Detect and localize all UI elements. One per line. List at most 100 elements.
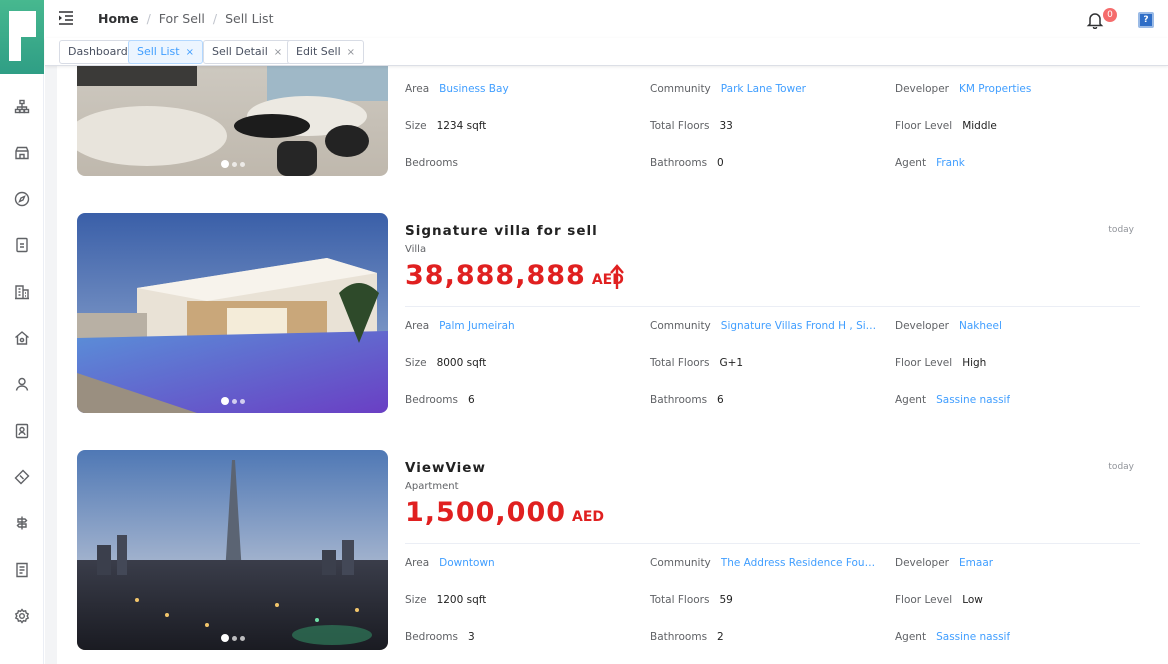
size-label: Size (405, 357, 427, 369)
compass-icon[interactable] (12, 189, 32, 209)
ticket-icon[interactable] (12, 467, 32, 487)
area-label: Area (405, 320, 430, 332)
floor-level-field: Floor Level High (895, 357, 986, 369)
carousel-dots[interactable] (221, 160, 245, 168)
breadcrumb-home[interactable]: Home (98, 11, 139, 26)
area-link[interactable]: Palm Jumeirah (439, 320, 515, 332)
carousel-dots[interactable] (221, 634, 245, 642)
bedrooms-value: 3 (467, 631, 475, 643)
tags-view: Dashboard Sell List × Sell Detail × Edit S… (45, 38, 1168, 66)
notification-badge: 0 (1103, 8, 1117, 22)
settings-icon[interactable] (12, 606, 32, 626)
tag-sell-list[interactable]: Sell List × (128, 40, 203, 64)
bathrooms-value: 2 (717, 631, 724, 643)
total-floors-field: Total Floors 33 (650, 120, 733, 132)
size-field: Size 1234 sqft (405, 120, 486, 132)
structure-icon[interactable] (12, 97, 32, 117)
document-icon[interactable] (12, 235, 32, 255)
floor-level-label: Floor Level (895, 120, 953, 132)
tag-dashboard[interactable]: Dashboard (59, 40, 137, 64)
community-link[interactable]: Park Lane Tower (721, 83, 806, 95)
carousel-dots[interactable] (221, 397, 245, 405)
listing-card[interactable]: Area Business Bay Community Park Lane Towe… (77, 66, 1140, 176)
floor-level-label: Floor Level (895, 357, 953, 369)
size-value: 8000 sqft (436, 357, 487, 369)
building-icon[interactable] (12, 282, 32, 302)
property-type: Villa (405, 244, 427, 255)
size-field: Size 1200 sqft (405, 594, 486, 606)
tag-label: Sell Detail (212, 45, 268, 58)
developer-link[interactable]: KM Properties (959, 83, 1031, 95)
agent-link[interactable]: Sassine nassif (936, 631, 1010, 643)
community-label: Community (650, 320, 711, 332)
agent-label: Agent (895, 631, 927, 643)
property-type: Apartment (405, 481, 459, 492)
agent-link[interactable]: Frank (936, 157, 965, 169)
bathrooms-label: Bathrooms (650, 394, 708, 406)
bedrooms-field: Bedrooms 6 (405, 394, 475, 406)
close-icon[interactable]: × (274, 47, 282, 58)
listing-date: today (1108, 225, 1134, 235)
size-label: Size (405, 120, 427, 132)
price-value: 38,888,888 (405, 260, 586, 291)
menu-fold-icon[interactable] (57, 9, 75, 27)
breadcrumb-section: For Sell (158, 11, 205, 26)
listing-card[interactable]: Signature villa for sell Villa today 38,… (77, 213, 1140, 413)
close-icon[interactable]: × (186, 47, 194, 58)
total-floors-value: G+1 (719, 357, 744, 369)
close-icon[interactable]: × (347, 47, 355, 58)
agent-field: Agent Sassine nassif (895, 394, 1010, 406)
community-field: Community The Address Residence Fountain … (650, 557, 881, 569)
help-button[interactable]: ? (1138, 12, 1154, 28)
total-floors-value: 33 (719, 120, 733, 132)
property-photo-living-room[interactable] (77, 66, 388, 176)
area-link[interactable]: Downtown (439, 557, 495, 569)
house-icon[interactable] (12, 328, 32, 348)
list-icon[interactable] (12, 560, 32, 580)
developer-label: Developer (895, 557, 950, 569)
contact-icon[interactable] (12, 421, 32, 441)
area-link[interactable]: Business Bay (439, 83, 509, 95)
community-link[interactable]: The Address Residence Fountain Views (721, 557, 881, 569)
agent-field: Agent Frank (895, 157, 965, 169)
property-photo-villa-pool[interactable] (77, 213, 388, 413)
developer-label: Developer (895, 83, 950, 95)
area-field: Area Downtown (405, 557, 495, 569)
agent-label: Agent (895, 394, 927, 406)
tag-sell-detail[interactable]: Sell Detail × (203, 40, 292, 64)
listing-price: 1,500,000 AED (405, 497, 604, 528)
developer-link[interactable]: Nakheel (959, 320, 1002, 332)
tag-label: Edit Sell (296, 45, 341, 58)
floor-level-value: High (962, 357, 987, 369)
listing-title[interactable]: ViewView (405, 460, 486, 476)
tag-edit-sell[interactable]: Edit Sell × (287, 40, 365, 64)
bell-icon[interactable] (1086, 11, 1104, 30)
floor-level-value: Low (962, 594, 983, 606)
listing-title[interactable]: Signature villa for sell (405, 223, 598, 239)
tag-label: Dashboard (68, 45, 128, 58)
total-floors-field: Total Floors G+1 (650, 357, 743, 369)
total-floors-field: Total Floors 59 (650, 594, 733, 606)
total-floors-value: 59 (719, 594, 733, 606)
breadcrumb-current: Sell List (225, 11, 274, 26)
community-field: Community Signature Villas Frond H , Sign… (650, 320, 881, 332)
property-photo-downtown-skyline[interactable] (77, 450, 388, 650)
price-up-arrow-icon (609, 264, 625, 290)
bedrooms-field: Bedrooms 3 (405, 631, 475, 643)
sidebar (0, 0, 44, 664)
agent-link[interactable]: Sassine nassif (936, 394, 1010, 406)
developer-field: Developer Nakheel (895, 320, 1002, 332)
developer-link[interactable]: Emaar (959, 557, 993, 569)
signpost-icon[interactable] (12, 513, 32, 533)
listing-card[interactable]: ViewView Apartment today 1,500,000 AED Ar… (77, 450, 1140, 650)
breadcrumb: Home / For Sell / Sell List (98, 11, 273, 26)
listing-price: 38,888,888 AED (405, 260, 624, 291)
store-icon[interactable] (12, 143, 32, 163)
developer-label: Developer (895, 320, 950, 332)
total-floors-label: Total Floors (650, 357, 710, 369)
community-link[interactable]: Signature Villas Frond H , Signature Vil… (721, 320, 881, 332)
app-logo[interactable] (0, 0, 44, 74)
developer-field: Developer KM Properties (895, 83, 1031, 95)
bathrooms-label: Bathrooms (650, 157, 708, 169)
user-icon[interactable] (12, 374, 32, 394)
